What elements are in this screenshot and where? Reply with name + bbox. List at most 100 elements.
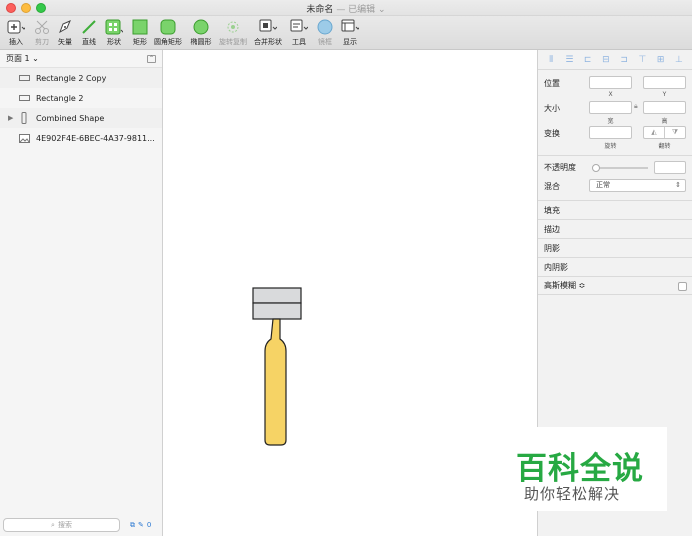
align-middle-icon[interactable]: ⊞: [656, 55, 666, 65]
blend-label: 混合: [544, 182, 560, 191]
watermark-title: 百科全说: [516, 451, 644, 487]
blur-label: 高斯模糊 ≎: [544, 281, 586, 290]
layer-item[interactable]: Rectangle 2 Copy: [0, 68, 162, 88]
view-icon: [341, 18, 359, 36]
pen-icon: [56, 18, 74, 36]
lock-icon[interactable]: 🔒︎: [634, 102, 638, 111]
rectangle-2[interactable]: [252, 302, 302, 320]
blend-select[interactable]: 正常 ⇕: [589, 179, 686, 192]
border-section[interactable]: 描边: [538, 219, 692, 238]
opacity-label: 不透明度: [544, 163, 576, 172]
blur-section[interactable]: 高斯模糊 ≎: [538, 276, 692, 295]
insert-label: 插入: [9, 38, 23, 46]
layer-list: Rectangle 2 Copy Rectangle 2 ▶ Combined …: [0, 68, 162, 148]
rotate-input[interactable]: [589, 126, 632, 139]
distribute-vertical-icon[interactable]: ☰: [564, 55, 574, 65]
rectangle-layer-icon: [18, 75, 30, 81]
rounded-rectangle-icon: [159, 18, 177, 36]
document-name: 未命名: [306, 5, 334, 15]
flip-buttons: ◭ ⧩: [643, 126, 686, 139]
transform-label: 变换: [544, 129, 560, 138]
vector-label: 矢量: [58, 38, 72, 46]
height-input[interactable]: [643, 101, 686, 114]
toolbar: 插入 剪刀 矢量 直线 形状 矩形 圆角矩形 椭圆形 旋转复制 合并形状 工具 …: [0, 16, 692, 50]
shadow-section[interactable]: 阴影: [538, 238, 692, 257]
align-bottom-icon[interactable]: ⊥: [674, 55, 684, 65]
combine-icon: [259, 18, 277, 36]
opacity-slider[interactable]: [592, 164, 648, 172]
scissors-label: 剪刀: [35, 38, 49, 46]
height-label: 高: [661, 118, 668, 125]
opacity-input[interactable]: [654, 161, 686, 174]
align-left-icon[interactable]: ⊏: [583, 55, 593, 65]
view-label: 显示: [343, 38, 357, 46]
line-icon: [80, 18, 98, 36]
combined-shape[interactable]: [264, 318, 287, 446]
oval-button[interactable]: 椭圆形: [186, 18, 216, 47]
oval-icon: [192, 18, 210, 36]
canvas[interactable]: [163, 50, 537, 536]
collapse-pages-icon[interactable]: ⌃: [147, 54, 156, 63]
sidebar-tools: ⧉ ✎ 0: [130, 521, 151, 530]
flip-vertical-icon[interactable]: ⧩: [665, 127, 685, 138]
y-label: Y: [662, 91, 667, 98]
alignment-bar: ⫴ ☰ ⊏ ⊟ ⊐ ⊤ ⊞ ⊥: [538, 50, 692, 70]
tools-label: 工具: [292, 38, 306, 46]
slider-knob[interactable]: [592, 164, 600, 172]
artwork: [252, 287, 302, 446]
round-rect-button[interactable]: 圆角矩形: [153, 18, 183, 47]
count-badge: 0: [146, 521, 152, 529]
shadow-label: 阴影: [544, 243, 560, 253]
tool-head[interactable]: [252, 287, 302, 320]
page-selector[interactable]: 页面 1 ⌄: [6, 53, 39, 64]
edited-status[interactable]: — 已编辑 ⌄: [336, 5, 385, 15]
rotate-copy-icon: [224, 18, 242, 36]
window-title: 未命名 — 已编辑 ⌄: [0, 2, 692, 15]
combine-button[interactable]: 合并形状: [253, 18, 283, 47]
round-rect-label: 圆角矩形: [154, 38, 182, 46]
align-center-icon[interactable]: ⊟: [601, 55, 611, 65]
brush-icon[interactable]: ✎: [138, 521, 144, 529]
align-right-icon[interactable]: ⊐: [619, 55, 629, 65]
x-label: X: [608, 91, 613, 98]
layer-item[interactable]: ▶ Combined Shape: [0, 108, 162, 128]
position-label: 位置: [544, 79, 560, 88]
rotate-copy-label: 旋转复制: [219, 38, 247, 46]
fill-section[interactable]: 填充: [538, 200, 692, 219]
search-icon: ⌕: [51, 520, 55, 529]
view-button[interactable]: 显示: [335, 18, 365, 47]
line-label: 直线: [82, 38, 96, 46]
width-label: 宽: [607, 118, 614, 125]
inner-shadow-section[interactable]: 内阴影: [538, 257, 692, 276]
layer-name: 4E902F4E-6BEC-4A37-9811...: [36, 133, 155, 143]
mirror-icon: [316, 18, 334, 36]
layers-sidebar: 页面 1 ⌄ ⌃ Rectangle 2 Copy Rectangle 2 ▶ …: [0, 50, 163, 536]
page-header: 页面 1 ⌄ ⌃: [0, 50, 162, 68]
disclosure-triangle-icon[interactable]: ▶: [8, 114, 18, 122]
width-input[interactable]: [589, 101, 632, 114]
layer-name: Rectangle 2 Copy: [36, 73, 107, 83]
flip-horizontal-icon[interactable]: ◭: [644, 127, 665, 138]
layer-item[interactable]: Rectangle 2: [0, 88, 162, 108]
rect-button[interactable]: 矩形: [125, 18, 155, 47]
distribute-horizontal-icon[interactable]: ⫴: [546, 55, 556, 65]
inner-shadow-label: 内阴影: [544, 262, 568, 272]
border-label: 描边: [544, 224, 560, 234]
x-input[interactable]: [589, 76, 632, 89]
opacity-row: 不透明度: [538, 155, 692, 179]
shape-icon: [105, 18, 123, 36]
rotate-copy-button[interactable]: 旋转复制: [218, 18, 248, 47]
oval-label: 椭圆形: [190, 38, 212, 46]
combine-label: 合并形状: [254, 38, 282, 46]
align-top-icon[interactable]: ⊤: [637, 55, 647, 65]
blur-checkbox[interactable]: [678, 282, 687, 291]
fill-label: 填充: [544, 205, 560, 215]
flip-label: 翻转: [658, 143, 671, 150]
size-label: 大小: [544, 104, 560, 113]
rectangle-2-copy[interactable]: [252, 287, 302, 304]
layer-item[interactable]: 4E902F4E-6BEC-4A37-9811...: [0, 128, 162, 148]
shape-label: 形状: [107, 38, 121, 46]
export-icon[interactable]: ⧉: [130, 521, 135, 530]
layer-search-input[interactable]: ⌕ 搜索: [3, 518, 120, 532]
y-input[interactable]: [643, 76, 686, 89]
